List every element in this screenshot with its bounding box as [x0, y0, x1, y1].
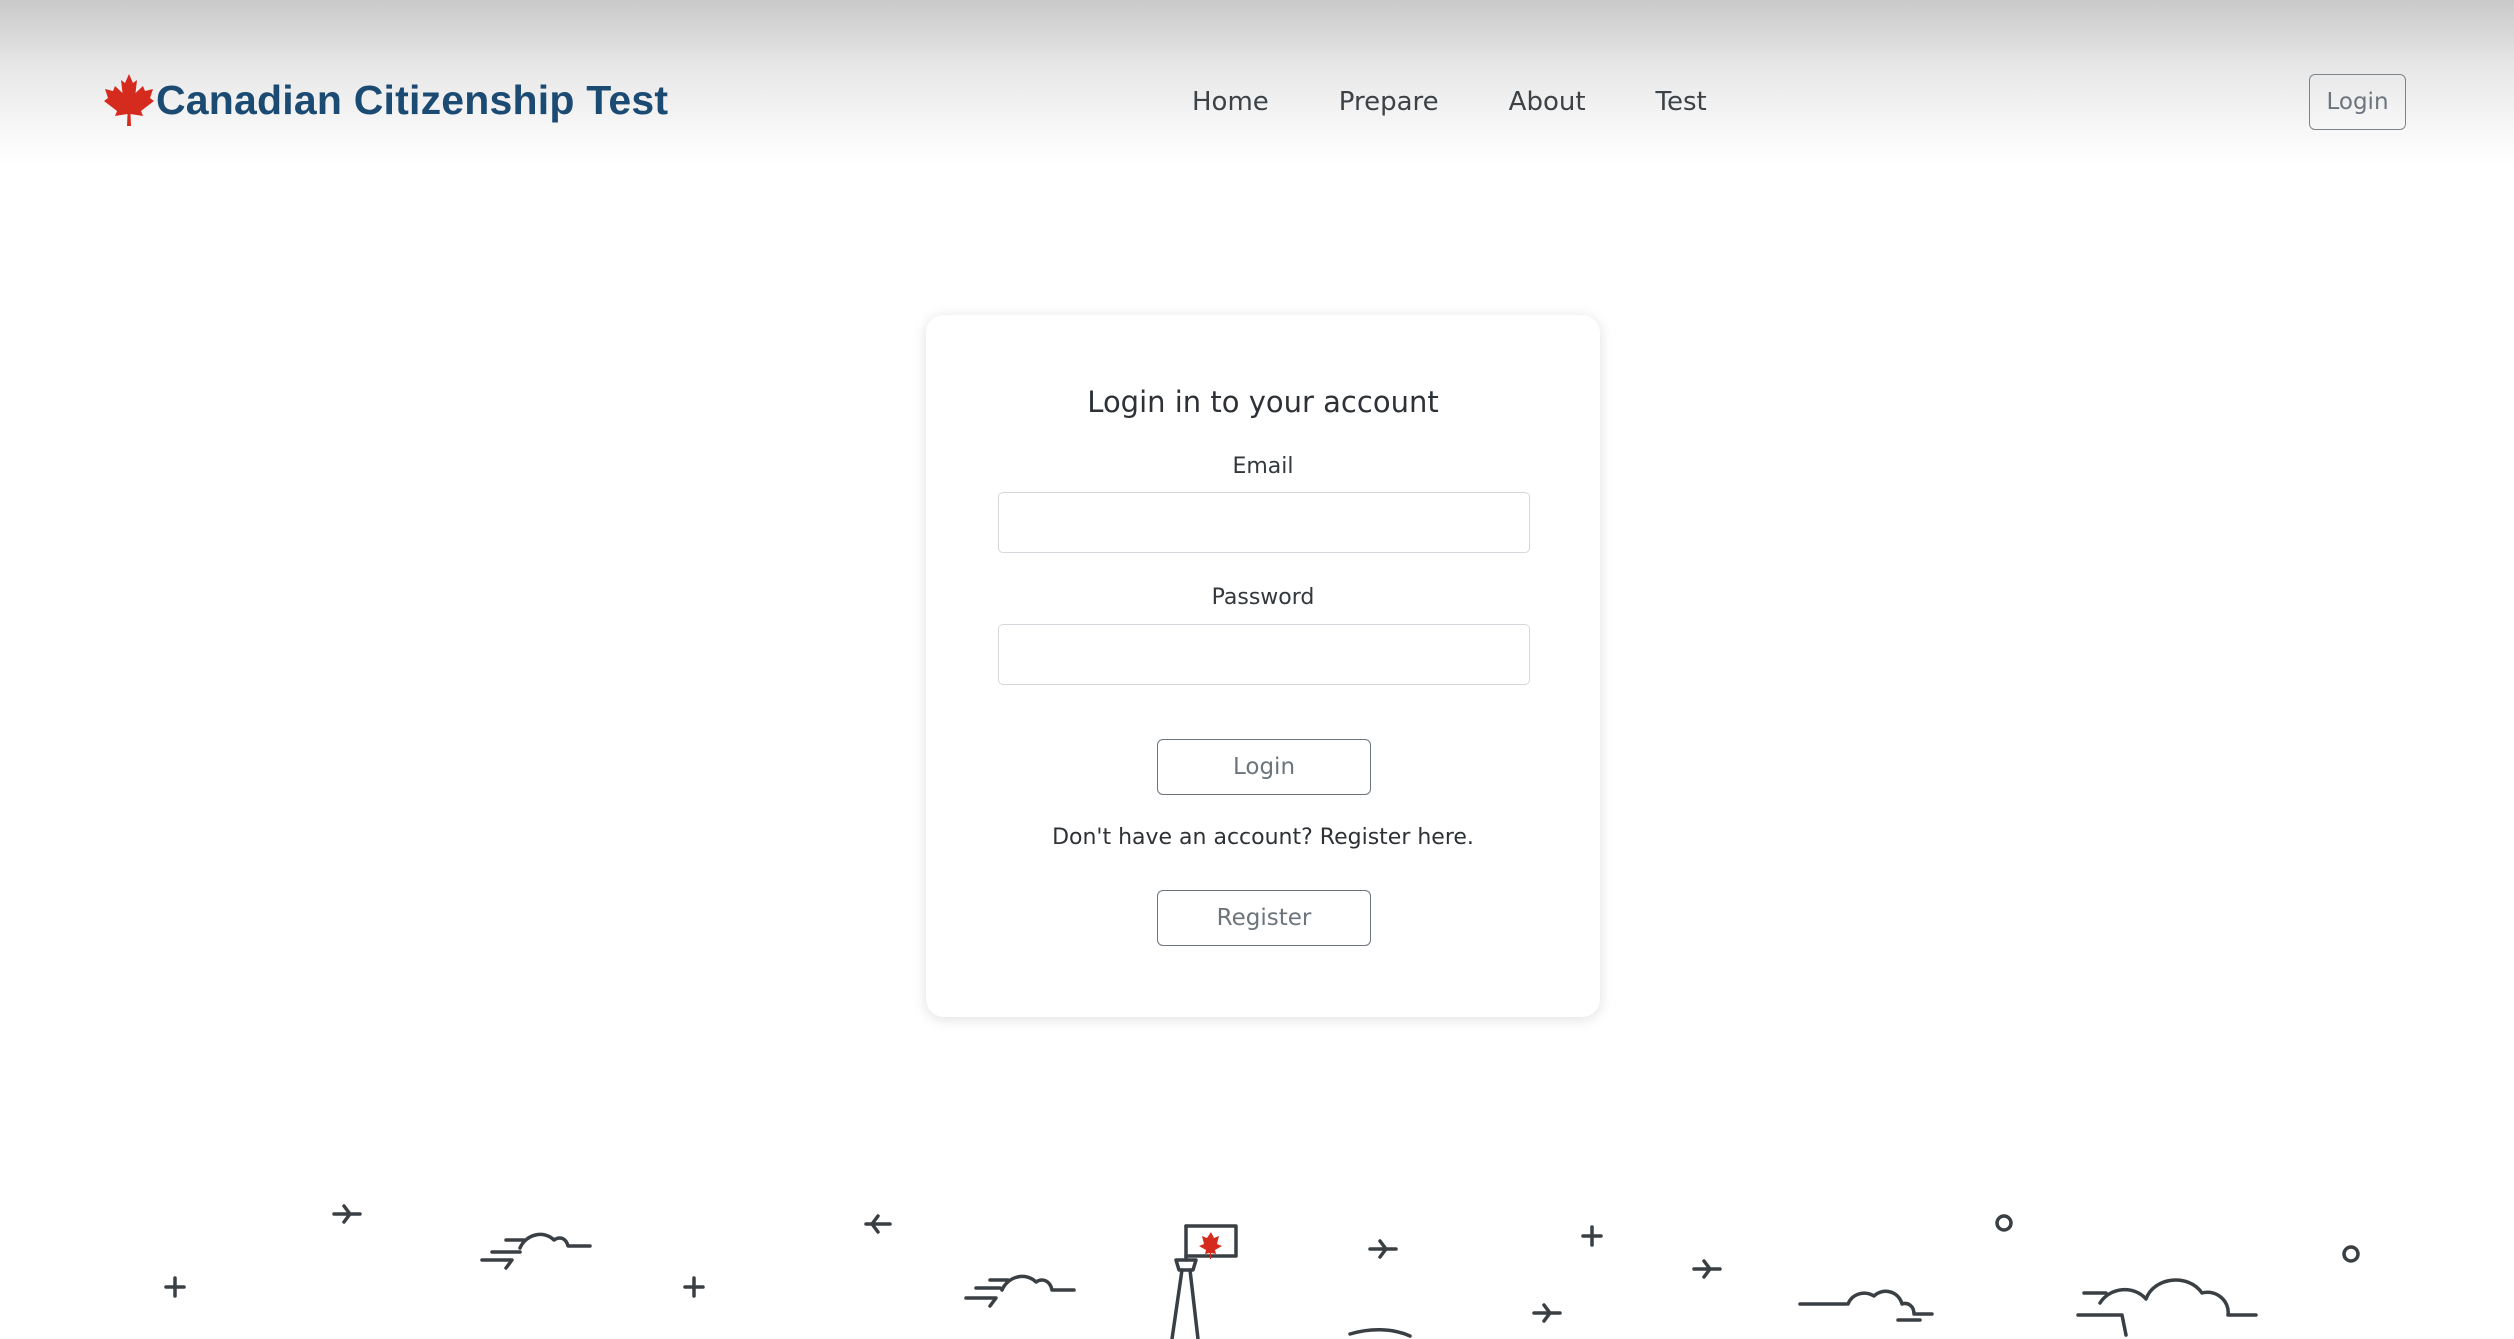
footer-doodle-illustration — [164, 1204, 2360, 1339]
email-field[interactable] — [998, 492, 1530, 553]
bird-icon — [864, 1214, 892, 1234]
register-prompt: Don't have an account? Register here. — [1052, 825, 1474, 850]
nav-prepare[interactable]: Prepare — [1339, 82, 1439, 122]
plus-icon — [164, 1276, 186, 1298]
flag-tower-icon — [1170, 1224, 1238, 1339]
plus-icon — [683, 1276, 705, 1298]
brand-link[interactable]: Canadian Citizenship Test — [104, 72, 668, 128]
page: Canadian Citizenship Test Home Prepare A… — [0, 0, 2514, 1339]
maple-leaf-icon — [104, 74, 154, 126]
site-header: Canadian Citizenship Test Home Prepare A… — [0, 0, 2514, 165]
circle-icon — [2342, 1245, 2360, 1263]
register-button[interactable]: Register — [1157, 890, 1371, 946]
cloud-icon — [964, 1274, 1076, 1308]
brand-title: Canadian Citizenship Test — [156, 76, 669, 123]
bird-icon — [1692, 1259, 1722, 1279]
cloud-icon — [2076, 1278, 2258, 1337]
bird-icon — [1532, 1303, 1562, 1323]
bird-icon — [332, 1204, 362, 1224]
email-label: Email — [1232, 454, 1294, 479]
circle-icon — [1995, 1214, 2013, 1232]
nav-about[interactable]: About — [1509, 82, 1586, 122]
cloud-icon — [480, 1232, 592, 1270]
password-field[interactable] — [998, 624, 1530, 685]
nav-test[interactable]: Test — [1656, 82, 1707, 122]
login-card: Login in to your account Email Password … — [926, 315, 1600, 1017]
bird-icon — [1368, 1239, 1398, 1259]
header-login-button[interactable]: Login — [2309, 74, 2406, 130]
cloud-icon — [1798, 1289, 1934, 1322]
login-button[interactable]: Login — [1157, 739, 1371, 795]
password-label: Password — [1211, 585, 1315, 610]
plus-icon — [1581, 1225, 1603, 1247]
nav-home[interactable]: Home — [1192, 82, 1269, 122]
main-nav: Home Prepare About Test — [1192, 82, 1707, 122]
login-card-title: Login in to your account — [1087, 385, 1439, 419]
